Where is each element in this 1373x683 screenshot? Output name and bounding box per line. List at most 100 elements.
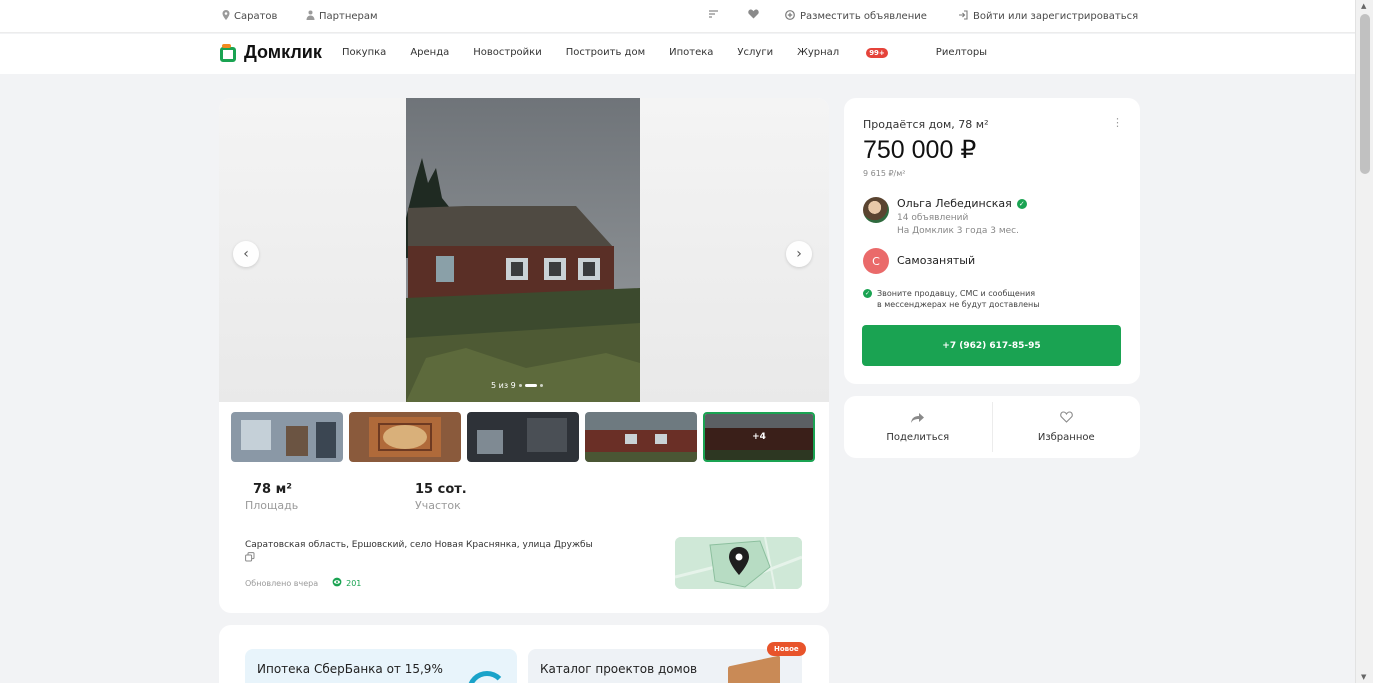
listing-title: Продаётся дом, 78 м²	[863, 118, 989, 131]
chevron-right-icon: ›	[796, 246, 802, 262]
post-ad-label: Разместить объявление	[800, 11, 927, 22]
favorite-label: Избранное	[1037, 432, 1095, 443]
new-badge: Новое	[767, 642, 806, 656]
seller-name-row[interactable]: Ольга Лебединская ✓	[897, 197, 1027, 210]
nav-item-new-buildings[interactable]: Новостройки	[473, 47, 541, 58]
person-icon	[306, 10, 315, 23]
price-per-m2: 9 615 ₽/м²	[863, 169, 906, 178]
thumbnail-1[interactable]	[231, 412, 343, 462]
plus-circle-icon	[785, 10, 795, 23]
eye-icon	[332, 577, 342, 589]
login-link[interactable]: Войти или зарегистрироваться	[958, 10, 1138, 23]
shield-check-icon: ✓	[863, 289, 872, 298]
nav-item-realtors[interactable]: Риелторы	[936, 47, 987, 58]
nav-item-rent[interactable]: Аренда	[410, 47, 449, 58]
location-pin-icon	[222, 10, 230, 23]
login-icon	[958, 10, 968, 23]
page-scrollbar[interactable]: ▲ ▼	[1355, 0, 1373, 683]
thumbnail-strip: +4	[231, 412, 815, 462]
share-label: Поделиться	[886, 431, 950, 443]
contact-note-text: Звоните продавцу, СМС и сообщения в месс…	[877, 288, 1040, 310]
pager-dot	[518, 384, 522, 387]
post-ad-link[interactable]: Разместить объявление	[785, 10, 927, 23]
show-phone-button[interactable]: +7 (962) 617-85-95	[862, 325, 1121, 366]
favorite-button[interactable]: Избранное	[993, 396, 1141, 458]
seller-name: Ольга Лебединская	[897, 197, 1012, 210]
share-button[interactable]: Поделиться	[844, 396, 992, 458]
address-text: Саратовская область, Ершовский, село Нов…	[245, 540, 593, 550]
seller-tenure: На Домклик 3 года 3 мес.	[897, 226, 1019, 236]
location-minimap[interactable]	[675, 537, 802, 589]
prev-photo-button[interactable]: ‹	[233, 241, 259, 267]
house-catalog-promo[interactable]: Каталог проектов домов	[528, 649, 802, 683]
promo-card: Ипотека СберБанка от 15,9% Каталог проек…	[219, 625, 829, 683]
seller-ads-count[interactable]: 14 объявлений	[897, 213, 968, 223]
more-options-icon[interactable]: ⋮	[1112, 116, 1123, 129]
domclick-logo[interactable]: Домклик	[220, 42, 322, 63]
thumbnail-3[interactable]	[467, 412, 579, 462]
spec-plot-value: 15 сот.	[415, 482, 467, 497]
house-catalog-title: Каталог проектов домов	[540, 662, 698, 676]
compare-icon[interactable]	[708, 9, 719, 22]
favorites-heart-icon[interactable]	[748, 8, 759, 22]
copy-icon[interactable]	[245, 552, 255, 562]
logo-mark-icon	[220, 43, 238, 62]
seller-status: Самозанятый	[897, 254, 976, 267]
address-block: Саратовская область, Ершовский, село Нов…	[245, 539, 655, 562]
thumbnail-4[interactable]	[585, 412, 697, 462]
listing-actions: Поделиться Избранное	[844, 396, 1140, 458]
contact-note: ✓ Звоните продавцу, СМС и сообщения в ме…	[863, 288, 1040, 310]
more-photos-overlay: +4	[705, 414, 813, 460]
nav-item-services[interactable]: Услуги	[737, 47, 773, 58]
scroll-up-arrow-icon[interactable]: ▲	[1361, 2, 1366, 10]
price: 750 000 ₽	[863, 136, 977, 164]
contact-note-line-2: в мессенджерах не будут доставлены	[877, 300, 1040, 309]
spec-area-label: Площадь	[245, 499, 299, 512]
partners-label: Партнерам	[319, 11, 378, 22]
listing-meta: Обновлено вчера 201	[245, 577, 361, 589]
next-photo-button[interactable]: ›	[786, 241, 812, 267]
share-arrow-icon	[911, 412, 925, 427]
nav-menu: Покупка Аренда Новостройки Построить дом…	[342, 47, 1011, 58]
spec-plot-label: Участок	[415, 499, 461, 512]
scrollbar-thumb[interactable]	[1360, 14, 1370, 174]
login-label: Войти или зарегистрироваться	[973, 11, 1139, 22]
logo-text: Домклик	[244, 42, 322, 62]
city-label: Саратов	[234, 11, 278, 22]
seller-avatar[interactable]	[863, 197, 889, 223]
nav-item-build-house[interactable]: Построить дом	[566, 47, 645, 58]
nav-item-journal[interactable]: Журнал 99+	[797, 47, 912, 58]
chevron-left-icon: ‹	[243, 246, 249, 262]
nav-item-journal-label: Журнал	[797, 47, 840, 58]
updated-label: Обновлено вчера	[245, 578, 319, 588]
mortgage-promo[interactable]: Ипотека СберБанка от 15,9%	[245, 649, 517, 683]
specs-row: 78 м² Площадь 15 сот. Участок	[245, 482, 537, 512]
house-illustration-icon	[728, 655, 780, 683]
photo-counter-label: 5 из 9	[491, 381, 516, 390]
spec-plot: 15 сот. Участок	[391, 482, 537, 512]
partners-link[interactable]: Партнерам	[306, 10, 378, 23]
status-avatar: С	[863, 248, 889, 274]
mortgage-promo-title: Ипотека СберБанка от 15,9%	[257, 662, 443, 676]
city-selector[interactable]: Саратов	[222, 10, 277, 23]
spec-area: 78 м² Площадь	[245, 482, 391, 512]
views-counter: 201	[332, 577, 361, 589]
top-bar: Саратов Партнерам Разместить объявление …	[0, 0, 1355, 33]
price-card: Продаётся дом, 78 м² ⋮ 750 000 ₽ 9 615 ₽…	[844, 98, 1140, 384]
nav-item-mortgage[interactable]: Ипотека	[669, 47, 713, 58]
heart-outline-icon	[1059, 411, 1073, 427]
spec-area-value: 78 м²	[253, 482, 292, 497]
main-photo[interactable]	[406, 98, 640, 402]
verified-check-icon: ✓	[1016, 198, 1027, 209]
listing-gallery-card: ‹ › 5 из 9 +4 78 м² Площадь 15 сот. Учас…	[219, 98, 829, 613]
journal-count-badge: 99+	[866, 47, 888, 58]
nav-item-buy[interactable]: Покупка	[342, 47, 386, 58]
views-count: 201	[346, 578, 362, 588]
thumbnail-2[interactable]	[349, 412, 461, 462]
pager-dot	[539, 384, 543, 387]
contact-note-line-1: Звоните продавцу, СМС и сообщения	[877, 289, 1036, 298]
thumbnail-5-selected[interactable]: +4	[703, 412, 815, 462]
scroll-down-arrow-icon[interactable]: ▼	[1361, 673, 1366, 681]
percent-ring-icon	[467, 671, 507, 683]
photo-counter: 5 из 9	[491, 381, 543, 390]
